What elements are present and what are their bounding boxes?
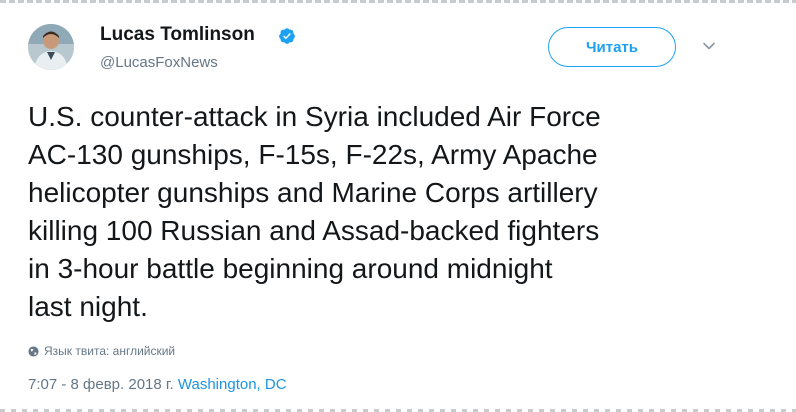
avatar-photo (28, 24, 74, 70)
tweet-text: U.S. counter-attack in Syria included Ai… (28, 101, 601, 322)
tweet-metadata: 7:07 - 8 февр. 2018 г. Washington, DC (28, 376, 287, 393)
tweet-timestamp[interactable]: 7:07 - 8 февр. 2018 г. (28, 376, 174, 393)
chevron-down-icon[interactable] (702, 39, 716, 53)
tweet-location[interactable]: Washington, DC (178, 376, 287, 393)
follow-button[interactable]: Читать (548, 27, 676, 67)
tweet-card: Lucas Tomlinson @LucasFoxNews Читать U.S… (0, 0, 796, 412)
translate-label[interactable]: Язык твита: английский (44, 344, 175, 358)
author-name[interactable]: Lucas Tomlinson (100, 24, 255, 46)
globe-icon (28, 345, 39, 357)
verified-badge-icon (279, 28, 295, 44)
avatar[interactable] (28, 24, 74, 70)
translate-tweet[interactable]: Язык твита: английский (28, 344, 175, 358)
author-handle[interactable]: @LucasFoxNews (100, 54, 218, 71)
